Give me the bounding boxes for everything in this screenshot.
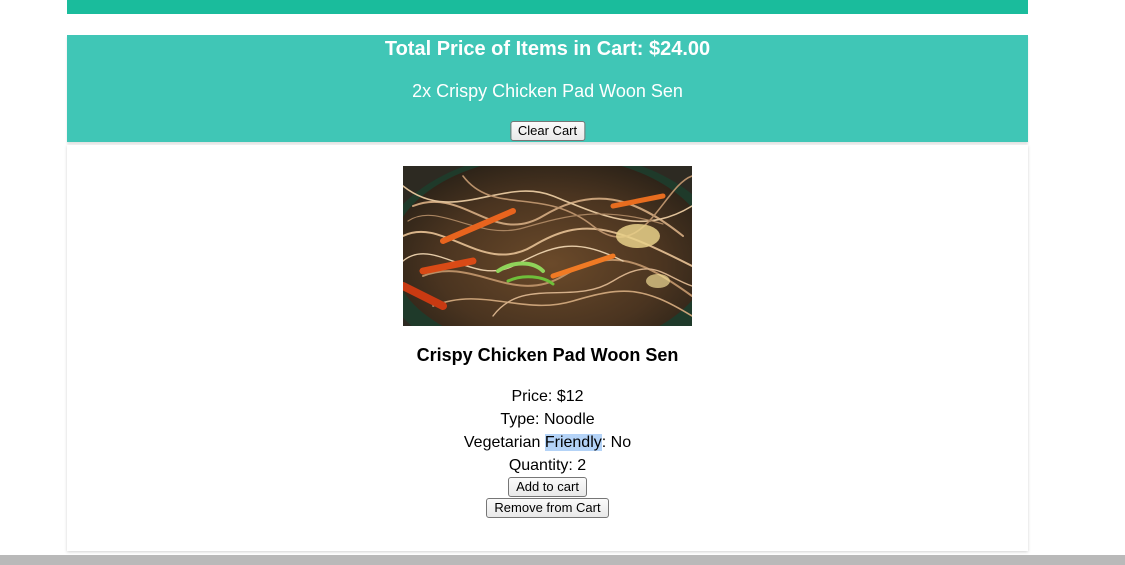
cart-item-line: 2x Crispy Chicken Pad Woon Sen [412,81,683,101]
product-image [403,166,692,326]
cart-summary: Total Price of Items in Cart: $24.00 2x … [67,35,1028,142]
selected-text-highlight: Friendly [544,434,602,451]
product-actions: Add to cart Remove from Cart [67,477,1028,519]
vegetarian-value: : No [601,434,632,451]
remove-from-cart-button[interactable]: Remove from Cart [486,498,609,518]
product-card: Crispy Chicken Pad Woon Sen Price: $12 T… [67,145,1028,551]
cart-total: Total Price of Items in Cart: $24.00 [384,38,711,60]
product-quantity: Quantity: 2 [508,457,587,474]
vegetarian-label-prefix: Vegetarian [463,434,545,451]
top-accent-bar [67,0,1028,14]
product-details: Price: $12 Type: Noodle Vegetarian Frien… [67,385,1028,477]
product-type: Type: Noodle [500,411,595,428]
product-vegetarian: Vegetarian Friendly: No [67,431,1028,454]
product-price: Price: $12 [511,388,584,405]
bottom-scroll-edge [0,555,1125,565]
add-to-cart-button[interactable]: Add to cart [508,477,587,497]
clear-cart-button[interactable]: Clear Cart [509,121,586,141]
product-name: Crispy Chicken Pad Woon Sen [416,345,679,365]
